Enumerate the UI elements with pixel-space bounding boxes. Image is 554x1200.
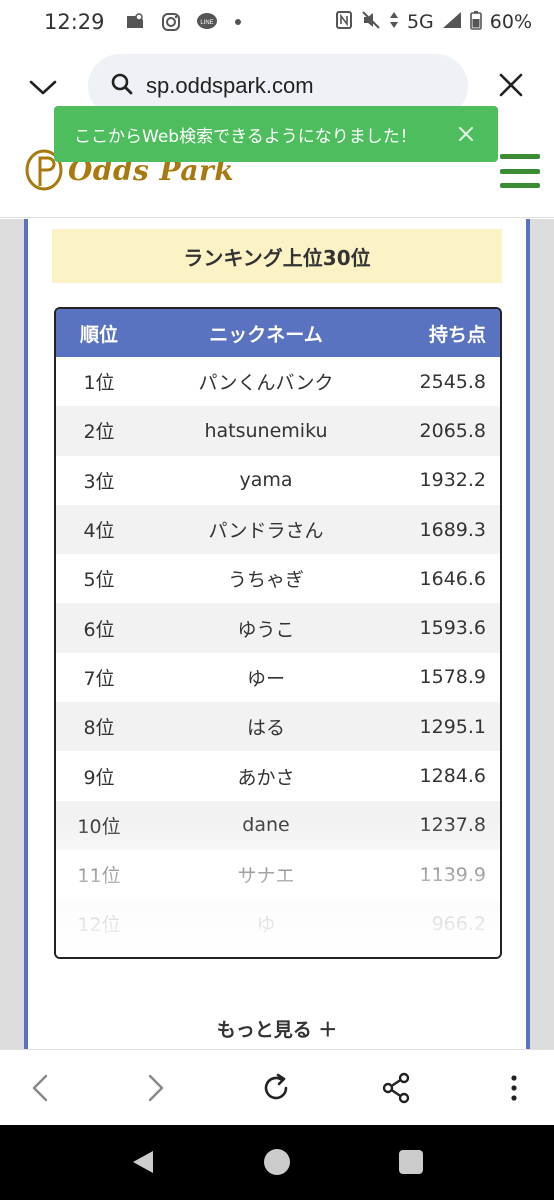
table-row: 4位 パンドラさん 1689.3 <box>56 504 500 555</box>
points-cell: 2065.8 <box>419 419 486 442</box>
table-row: 12位 ゆ 966.2 <box>56 899 500 949</box>
rank-cell: 5位 <box>83 569 115 592</box>
svg-text:LINE: LINE <box>200 20 213 26</box>
points-cell: 1578.9 <box>419 666 486 689</box>
table-row: 10位 dane 1237.8 <box>56 800 500 850</box>
table-row: 8位 はる 1295.1 <box>56 702 500 752</box>
ranking-title: ランキング上位30位 <box>52 229 502 283</box>
table-row: 5位 うちゃぎ 1646.6 <box>56 554 500 603</box>
table-body: 1位 パンくんバンク 2545.8 2位 hatsunemiku 2065.8 3位 yama… <box>56 357 500 949</box>
nickname-cell: うちゃぎ <box>227 569 304 592</box>
battery-icon <box>469 10 482 35</box>
table-row: 2位 hatsunemiku 2065.8 <box>56 406 500 456</box>
status-time: 12:29 <box>44 10 105 34</box>
forward-icon[interactable] <box>138 1070 174 1106</box>
mute-icon <box>361 10 381 35</box>
more-menu-icon[interactable] <box>496 1070 532 1106</box>
nickname-cell: サナエ <box>237 865 295 888</box>
points-cell: 2545.8 <box>419 370 486 393</box>
line-icon: LINE <box>195 11 219 33</box>
header-nickname: ニックネーム <box>209 323 323 346</box>
nickname-cell: ゆうこ <box>237 618 295 641</box>
ranking-panel: ランキング上位30位 順位 ニックネーム 持ち点 1位 パンくんバンク 2545.8… <box>24 219 530 1049</box>
close-icon[interactable] <box>494 68 528 102</box>
table-header: 順位 ニックネーム 持ち点 <box>56 309 500 357</box>
rank-cell: 4位 <box>83 520 115 543</box>
points-cell: 1237.8 <box>419 814 486 837</box>
rank-cell: 10位 <box>77 815 121 838</box>
status-bar: 12:29 LINE 5G 60% <box>0 0 554 44</box>
system-nav-bar <box>0 1125 554 1200</box>
nickname-cell: ゆー <box>246 667 285 690</box>
header-points: 持ち点 <box>428 323 486 346</box>
table-row: 3位 yama 1932.2 <box>56 456 500 505</box>
points-cell: 1139.9 <box>419 863 486 886</box>
dot-icon <box>234 19 241 25</box>
nickname-cell: dane <box>242 814 290 837</box>
browser-bottom-nav <box>0 1049 554 1125</box>
search-icon <box>110 72 134 100</box>
points-cell: 1593.6 <box>419 617 486 640</box>
ranking-table: 順位 ニックネーム 持ち点 1位 パンくんバンク 2545.8 2位 hatsunemi… <box>54 307 502 959</box>
points-cell: 1689.3 <box>419 518 486 541</box>
network-label: 5G <box>406 11 434 33</box>
share-icon[interactable] <box>378 1070 414 1106</box>
nickname-cell: パンくんバンク <box>198 372 334 395</box>
nickname-cell: hatsunemiku <box>204 419 328 442</box>
system-home-icon[interactable] <box>262 1147 292 1177</box>
search-toast: ここからWeb検索できるようになりました！ <box>54 106 498 162</box>
rank-cell: 7位 <box>83 667 115 690</box>
chevron-down-icon[interactable] <box>26 70 60 104</box>
reload-icon[interactable] <box>258 1070 294 1106</box>
back-icon[interactable] <box>22 1070 58 1106</box>
url-text: sp.oddspark.com <box>146 73 314 98</box>
rank-cell: 3位 <box>83 470 115 493</box>
table-row: 7位 ゆー 1578.9 <box>56 653 500 702</box>
page-content[interactable]: ランキング上位30位 順位 ニックネーム 持ち点 1位 パンくんバンク 2545.8… <box>0 219 554 1049</box>
signal-icon <box>442 11 462 34</box>
points-cell: 966.2 <box>431 912 486 935</box>
rank-cell: 9位 <box>83 766 115 789</box>
data-arrows-icon <box>389 10 399 35</box>
rank-cell: 8位 <box>83 717 115 740</box>
table-row: 9位 あかさ 1284.6 <box>56 751 500 800</box>
rank-cell: 2位 <box>83 421 115 444</box>
system-back-icon[interactable] <box>128 1147 158 1177</box>
rank-cell: 11位 <box>77 865 121 888</box>
nickname-cell: ゆ <box>256 914 276 937</box>
rank-cell: 12位 <box>77 914 121 937</box>
show-more-button[interactable]: もっと見る ＋ <box>28 1015 526 1042</box>
notification-app-icon <box>123 11 147 33</box>
header-rank: 順位 <box>79 323 118 346</box>
menu-icon[interactable] <box>500 154 540 188</box>
table-row: 11位 サナエ 1139.9 <box>56 850 500 899</box>
toast-close-icon[interactable] <box>452 120 480 148</box>
nickname-cell: はる <box>246 717 285 740</box>
table-row: 6位 ゆうこ 1593.6 <box>56 603 500 653</box>
points-cell: 1932.2 <box>419 469 486 492</box>
table-row: 1位 パンくんバンク 2545.8 <box>56 357 500 406</box>
nfc-icon <box>335 10 353 35</box>
points-cell: 1646.6 <box>419 567 486 590</box>
instagram-icon <box>159 11 183 33</box>
rank-cell: 1位 <box>83 372 115 395</box>
points-cell: 1284.6 <box>419 765 486 788</box>
nickname-cell: パンドラさん <box>208 520 324 543</box>
nickname-cell: yama <box>239 469 293 492</box>
rank-cell: 6位 <box>83 618 115 641</box>
system-recents-icon[interactable] <box>396 1147 426 1177</box>
battery-percent: 60% <box>489 11 532 33</box>
points-cell: 1295.1 <box>419 715 486 738</box>
status-right: 5G 60% <box>335 10 532 35</box>
nickname-cell: あかさ <box>237 766 295 789</box>
toast-message: ここからWeb検索できるようになりました！ <box>74 126 417 147</box>
